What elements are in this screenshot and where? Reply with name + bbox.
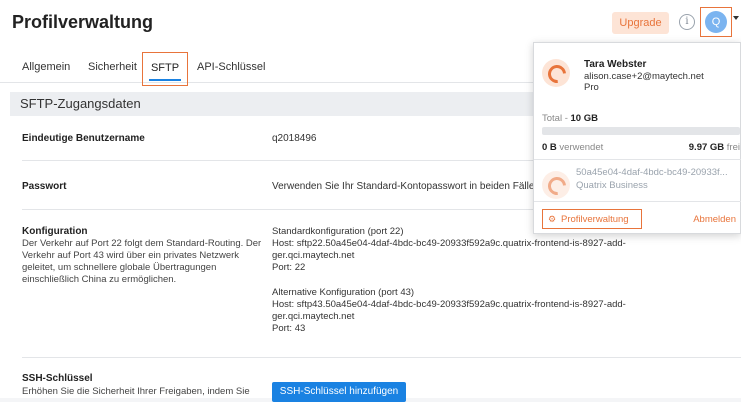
username-value: q2018496 (272, 133, 317, 144)
user-dropdown: Tara Webster alison.case+2@maytech.net P… (533, 42, 741, 234)
dropdown-divider (534, 201, 741, 202)
alternative-config-title: Alternative Konfiguration (port 43) (272, 287, 415, 298)
app-window: Profilverwaltung Upgrade i Q Allgemein S… (0, 0, 741, 402)
avatar: Q (705, 11, 727, 33)
logout-link[interactable]: Abmelden (693, 214, 736, 225)
tab-sftp-label: SFTP (150, 62, 180, 74)
info-icon[interactable]: i (679, 14, 695, 30)
chevron-down-icon[interactable] (733, 16, 739, 20)
config-label: Konfiguration (22, 226, 88, 237)
workspace-name: Quatrix Business (576, 180, 648, 191)
avatar-button[interactable]: Q (700, 7, 732, 37)
page-header: Profilverwaltung Upgrade i Q (0, 0, 741, 44)
standard-config-host-cont: ger.qci.maytech.net (272, 250, 355, 261)
add-ssh-key-button[interactable]: SSH-Schlüssel hinzufügen (272, 382, 406, 402)
storage-used-value: 0 B (542, 142, 557, 153)
standard-config-host: Host: sftp22.50a45e04-4daf-4bdc-bc49-209… (272, 238, 626, 249)
storage-bar (542, 127, 740, 135)
password-value: Verwenden Sie Ihr Standard-Kontopasswort… (272, 181, 535, 192)
username-label: Eindeutige Benutzername (22, 133, 145, 144)
upgrade-button[interactable]: Upgrade (612, 12, 669, 34)
profile-management-link[interactable]: ⚙ Profilverwaltung (542, 209, 642, 229)
tab-api-keys[interactable]: API-Schlüssel (197, 61, 265, 73)
standard-config-port: Port: 22 (272, 262, 306, 273)
storage-used: 0 B verwendet (542, 142, 603, 153)
password-label: Passwort (22, 181, 67, 192)
workspace-logo-icon (542, 171, 570, 199)
ssh-keys-description: Erhöhen Sie die Sicherheit Ihrer Freigab… (22, 386, 250, 397)
tab-active-indicator (149, 79, 181, 81)
user-email: alison.case+2@maytech.net (584, 71, 704, 82)
alternative-config: Alternative Konfiguration (port 43) Host… (272, 287, 702, 335)
storage-free-suffix: frei (724, 142, 740, 153)
user-plan: Pro (584, 82, 599, 93)
config-description: Der Verkehr auf Port 22 folgt dem Standa… (22, 238, 262, 285)
profile-management-label: Profilverwaltung (561, 214, 629, 225)
dropdown-divider (534, 159, 741, 160)
gear-icon: ⚙ (548, 214, 557, 224)
section-title: SFTP-Zugangsdaten (20, 96, 141, 111)
tab-sicherheit[interactable]: Sicherheit (88, 61, 137, 73)
alternative-config-port: Port: 43 (272, 323, 306, 334)
divider (22, 357, 741, 358)
alternative-config-host: Host: sftp43.50a45e04-4daf-4bdc-bc49-209… (272, 299, 626, 310)
ssh-keys-label: SSH-Schlüssel (22, 373, 93, 384)
alternative-config-host-cont: ger.qci.maytech.net (272, 311, 355, 322)
quatrix-logo-icon (542, 59, 570, 87)
storage-used-suffix: verwendet (556, 142, 604, 153)
user-name: Tara Webster (584, 59, 647, 70)
storage-free-value: 9.97 GB (688, 142, 725, 153)
storage-total: Total - 10 GB (542, 113, 598, 124)
storage-total-prefix: Total - (542, 113, 571, 124)
storage-total-value: 10 GB (570, 113, 598, 124)
tab-allgemein[interactable]: Allgemein (22, 61, 70, 73)
workspace-id[interactable]: 50a45e04-4daf-4bdc-bc49-20933f... (576, 167, 728, 178)
tab-sftp[interactable]: SFTP (142, 52, 188, 86)
page-title: Profilverwaltung (12, 12, 154, 32)
storage-free: 9.97 GB frei (689, 142, 740, 153)
